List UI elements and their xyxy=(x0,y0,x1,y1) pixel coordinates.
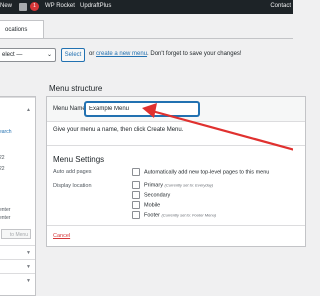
admin-bar: New 1 WP Rocket UpdraftPlus Contact xyxy=(0,0,293,14)
add-to-menu-button[interactable]: to Menu xyxy=(1,229,31,239)
auto-add-checkbox[interactable] xyxy=(132,168,140,176)
search-tab-link[interactable]: earch xyxy=(0,129,12,135)
location-name: Primary xyxy=(144,182,163,189)
menu-edit-panel: Menu Name Give your menu a name, then cl… xyxy=(46,96,306,247)
create-menu-prompt: or create a new menu. Don't forget to sa… xyxy=(89,51,242,57)
list-item: enter xyxy=(0,207,11,213)
caret-up-icon: ▲ xyxy=(26,107,31,113)
divider xyxy=(47,225,305,226)
caret-down-icon: ▼ xyxy=(26,264,31,270)
caret-down-icon: ▼ xyxy=(26,250,31,256)
nav-tab-strip: ocations xyxy=(0,14,293,39)
chevron-down-icon: ⌄ xyxy=(46,52,52,58)
location-footer[interactable]: Footer (Currently set to: Footer Menu) xyxy=(132,211,216,219)
menu-select-dropdown[interactable]: elect — ⌄ xyxy=(0,48,56,62)
admin-bar-contact[interactable]: Contact xyxy=(270,3,291,9)
location-name: Secondary xyxy=(144,192,171,199)
cancel-link[interactable]: Cancel xyxy=(53,233,70,239)
location-name: Footer xyxy=(144,212,160,219)
notification-badge[interactable]: 1 xyxy=(30,2,39,11)
menu-name-label: Menu Name xyxy=(53,106,86,112)
or-label: or xyxy=(89,51,95,57)
menu-name-header: Menu Name xyxy=(47,97,305,122)
add-menu-items-panel: ▲ earch 22 22 enter enter to Menu ▼ ▼ ▼ xyxy=(0,96,36,296)
accordion-section[interactable]: ▼ xyxy=(0,273,35,288)
location-note: (Currently set to: Footer Menu) xyxy=(161,212,217,218)
mobile-checkbox[interactable] xyxy=(132,201,140,209)
admin-bar-new[interactable]: New xyxy=(0,3,12,9)
menu-select-value: elect — xyxy=(2,52,23,58)
menu-structure-heading: Menu structure xyxy=(49,84,103,93)
secondary-checkbox[interactable] xyxy=(132,191,140,199)
accordion-section[interactable]: ▼ xyxy=(0,245,35,260)
list-item: 22 xyxy=(0,166,5,172)
location-primary[interactable]: Primary (Currently set to: Everyday) xyxy=(132,181,213,189)
auto-add-option[interactable]: Automatically add new top-level pages to… xyxy=(132,168,269,176)
location-name: Mobile xyxy=(144,202,161,209)
save-reminder: . Don't forget to save your changes! xyxy=(147,51,242,57)
menu-name-input[interactable] xyxy=(85,102,199,116)
primary-checkbox[interactable] xyxy=(132,181,140,189)
list-item: 22 xyxy=(0,155,5,161)
menu-settings-heading: Menu Settings xyxy=(53,155,105,164)
location-note: (Currently set to: Everyday) xyxy=(164,182,214,188)
location-mobile[interactable]: Mobile xyxy=(132,201,160,209)
accordion-section[interactable]: ▼ xyxy=(0,259,35,274)
auto-add-pages-label: Auto add pages xyxy=(53,169,92,175)
accordion-section[interactable]: ▲ xyxy=(0,97,35,122)
admin-bar-wp-rocket[interactable]: WP Rocket xyxy=(45,3,75,9)
yoast-icon[interactable] xyxy=(19,3,27,11)
admin-bar-updraftplus[interactable]: UpdraftPlus xyxy=(80,3,111,9)
select-button[interactable]: Select xyxy=(61,48,85,62)
display-location-label: Display location xyxy=(53,183,92,189)
caret-down-icon: ▼ xyxy=(26,278,31,284)
footer-checkbox[interactable] xyxy=(132,211,140,219)
menu-instructions: Give your menu a name, then click Create… xyxy=(53,127,184,133)
list-item: enter xyxy=(0,215,11,221)
auto-add-option-label: Automatically add new top-level pages to… xyxy=(144,169,270,176)
tab-manage-locations[interactable]: ocations xyxy=(0,20,44,38)
location-secondary[interactable]: Secondary xyxy=(132,191,170,199)
create-new-menu-link[interactable]: create a new menu xyxy=(96,51,147,57)
divider xyxy=(47,145,305,146)
